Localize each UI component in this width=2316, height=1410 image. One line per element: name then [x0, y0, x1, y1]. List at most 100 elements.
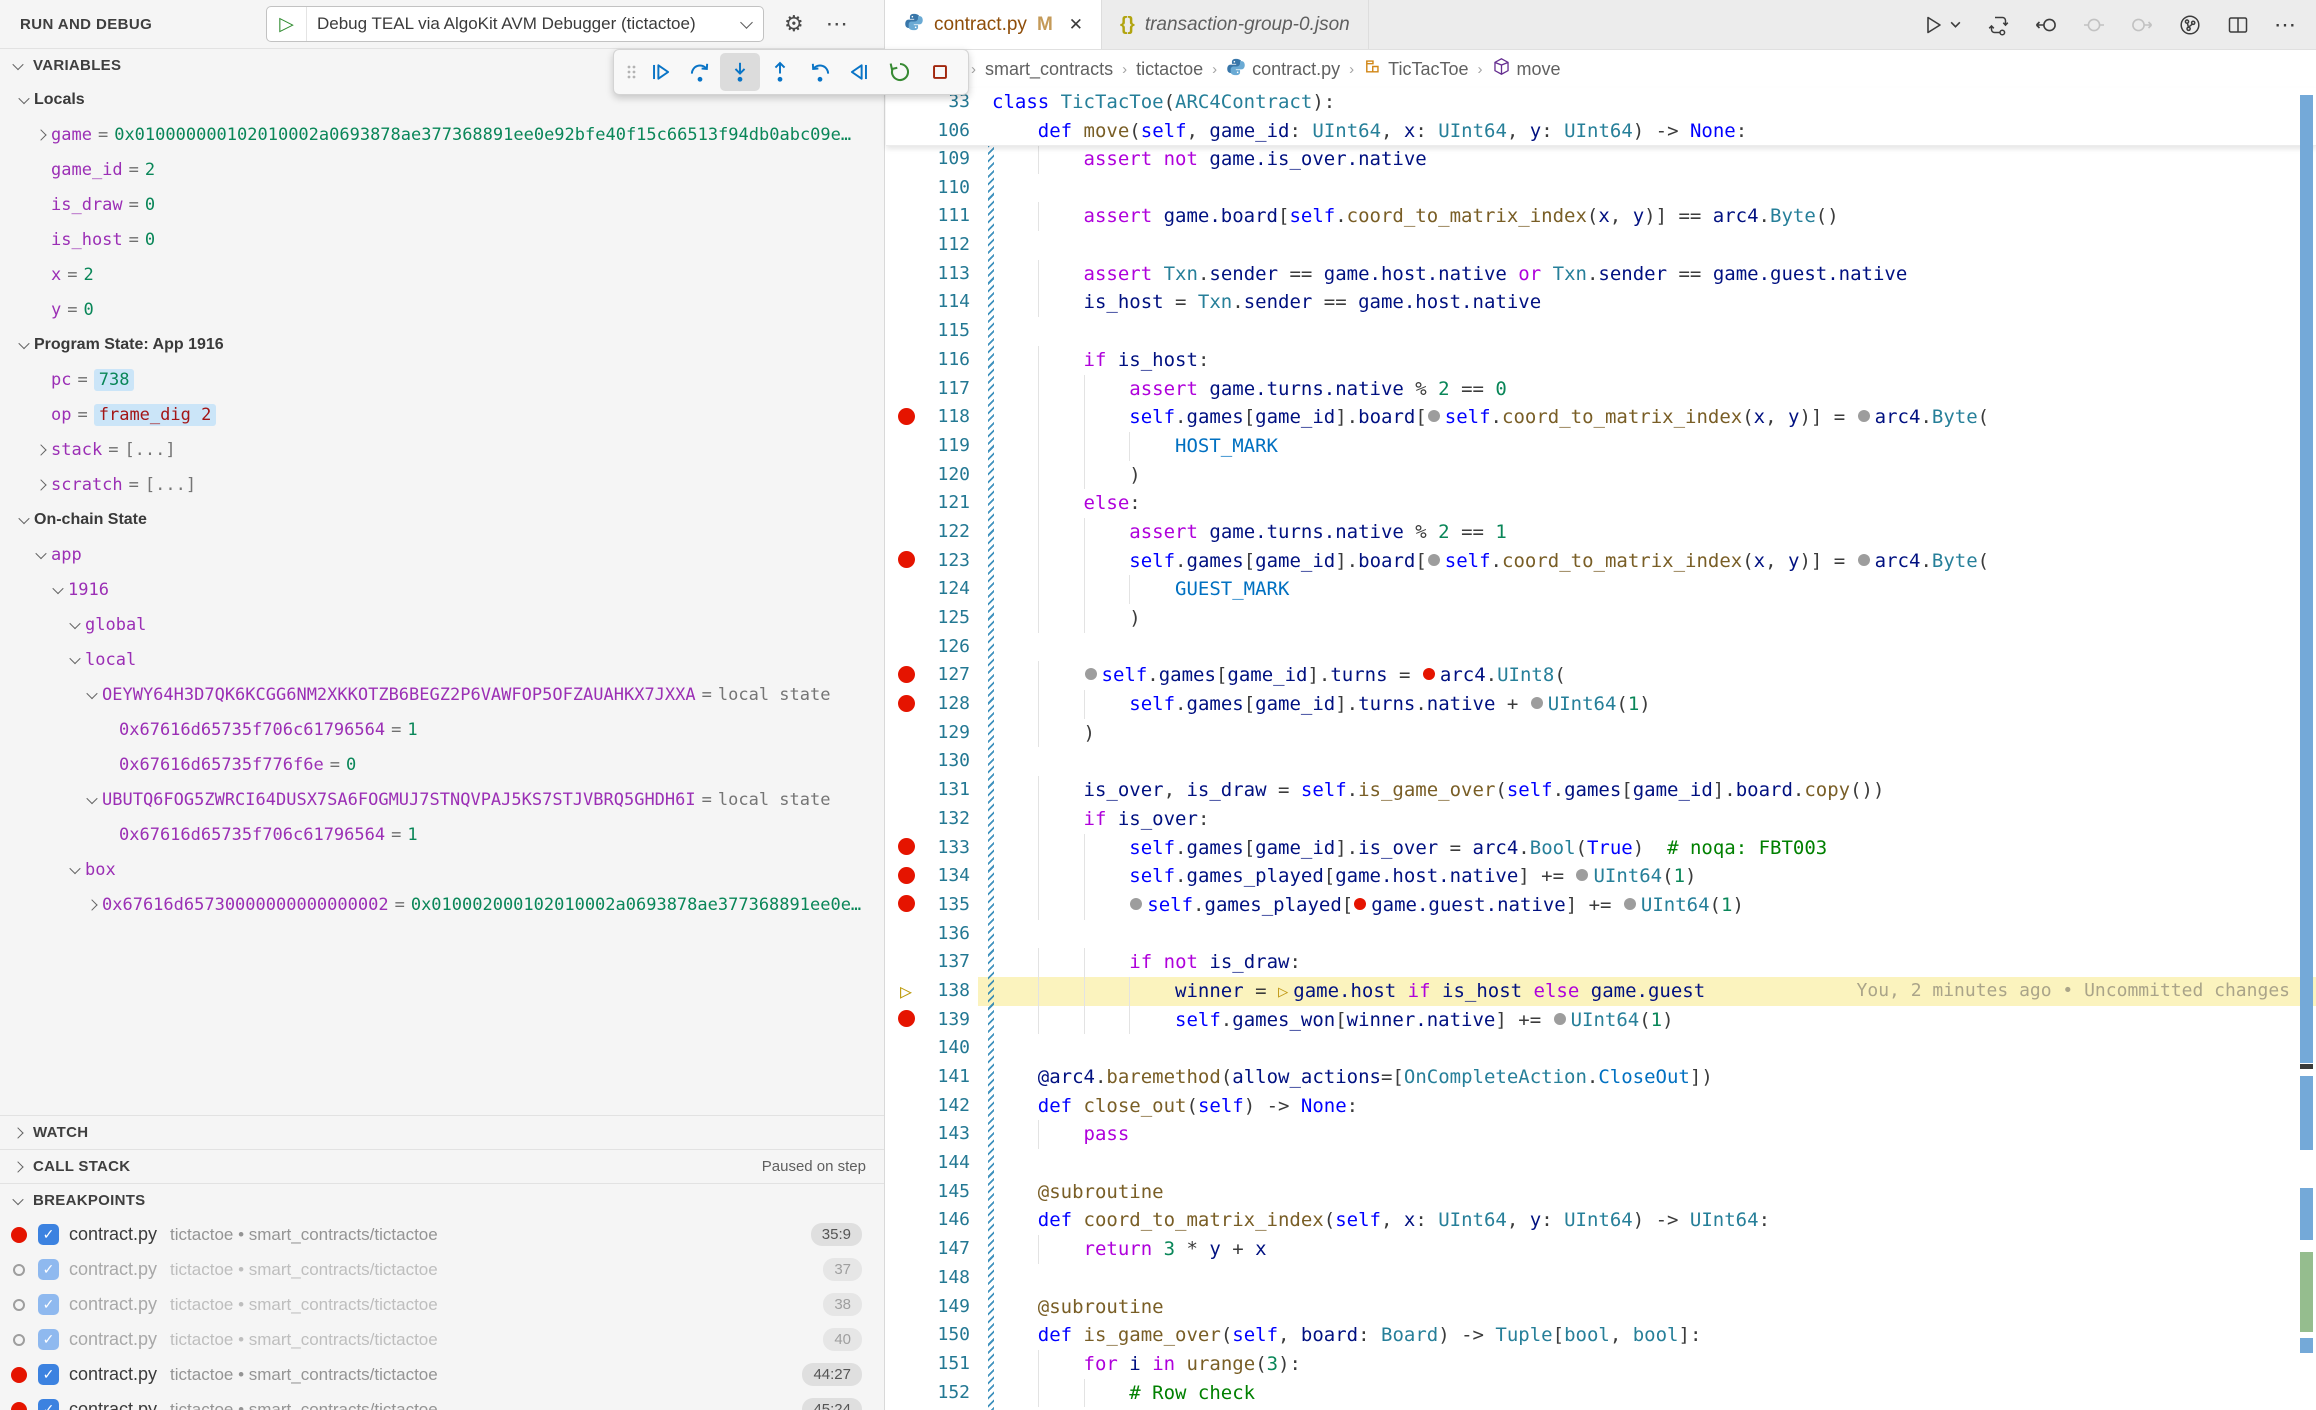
- code-line[interactable]: 139 self.games_won[winner.native] += UIn…: [886, 1006, 2316, 1035]
- variable-row[interactable]: box: [0, 852, 884, 887]
- code-line[interactable]: ▷138 winner = ▷game.host if is_host else…: [886, 977, 2316, 1006]
- variable-row[interactable]: 1916: [0, 572, 884, 607]
- breadcrumb[interactable]: oe›smart_contracts›tictactoe›contract.py…: [886, 50, 2316, 88]
- call-stack-section-header[interactable]: CALL STACK Paused on step: [0, 1149, 884, 1183]
- breakpoint-gutter-icon[interactable]: [886, 834, 926, 863]
- breakpoint-icon[interactable]: [13, 1264, 25, 1276]
- breakpoint-icon[interactable]: [11, 1402, 27, 1410]
- split-editor-icon[interactable]: [2226, 13, 2250, 37]
- code-line[interactable]: 132 if is_over:: [886, 805, 2316, 834]
- chevron-down-icon[interactable]: [69, 619, 81, 631]
- breakpoint-dot[interactable]: [898, 695, 915, 712]
- current-step-gutter-icon[interactable]: ▷: [886, 977, 926, 1006]
- breakpoint-gutter-icon[interactable]: [886, 661, 926, 690]
- variable-row[interactable]: stack=[...]: [0, 432, 884, 467]
- inline-breakpoint-active-icon[interactable]: [1423, 668, 1435, 680]
- code-line[interactable]: 114 is_host = Txn.sender == game.host.na…: [886, 288, 2316, 317]
- code-line[interactable]: 123 self.games[game_id].board[self.coord…: [886, 547, 2316, 576]
- breakpoint-icon[interactable]: [11, 1227, 27, 1243]
- tab-contract.py[interactable]: contract.pyM✕: [886, 0, 1102, 49]
- open-changes-icon[interactable]: [1986, 13, 2010, 37]
- breakpoint-gutter-icon[interactable]: [886, 862, 926, 891]
- inline-breakpoint-dot-icon[interactable]: [1554, 1013, 1566, 1025]
- variable-row[interactable]: pc=738: [0, 362, 884, 397]
- code-line[interactable]: 127 self.games[game_id].turns = arc4.UIn…: [886, 661, 2316, 690]
- chevron-right-icon[interactable]: [35, 129, 47, 141]
- inline-breakpoint-dot-icon[interactable]: [1858, 554, 1870, 566]
- code-line[interactable]: 116 if is_host:: [886, 346, 2316, 375]
- close-icon[interactable]: ✕: [1069, 15, 1083, 35]
- code-line[interactable]: 134 self.games_played[game.host.native] …: [886, 862, 2316, 891]
- chevron-right-icon[interactable]: [35, 479, 47, 491]
- variable-row[interactable]: 0x67616d65735f776f6e=0: [0, 747, 884, 782]
- inline-breakpoint-dot-icon[interactable]: [1576, 869, 1588, 881]
- breadcrumb-item-TicTacToe[interactable]: TicTacToe: [1363, 57, 1468, 81]
- code-line[interactable]: 117 assert game.turns.native % 2 == 0: [886, 375, 2316, 404]
- code-line[interactable]: 112: [886, 231, 2316, 260]
- breakpoint-dot[interactable]: [898, 895, 915, 912]
- code-line[interactable]: 140: [886, 1034, 2316, 1063]
- previous-change-icon[interactable]: [2034, 13, 2058, 37]
- variable-row[interactable]: game=0x010000000102010002a0693878ae37736…: [0, 117, 884, 152]
- code-line[interactable]: 113 assert Txn.sender == game.host.nativ…: [886, 260, 2316, 289]
- step-into-button[interactable]: [720, 53, 760, 91]
- breakpoints-section-header[interactable]: BREAKPOINTS: [0, 1183, 884, 1217]
- breadcrumb-item-smart_contracts[interactable]: smart_contracts: [985, 59, 1113, 80]
- breadcrumb-item-tictactoe[interactable]: tictactoe: [1136, 59, 1203, 80]
- change-indicator-icon[interactable]: [2082, 13, 2106, 37]
- variable-row[interactable]: is_draw=0: [0, 187, 884, 222]
- variable-row[interactable]: 0x67616d65735f706c61796564=1: [0, 817, 884, 852]
- gear-icon[interactable]: ⚙: [784, 11, 804, 37]
- variable-row[interactable]: x=2: [0, 257, 884, 292]
- variable-row[interactable]: global: [0, 607, 884, 642]
- breakpoint-row[interactable]: ✓contract.pytictactoe • smart_contracts/…: [0, 1392, 884, 1410]
- chevron-down-icon[interactable]: [86, 794, 98, 806]
- code-line[interactable]: 120 ): [886, 461, 2316, 490]
- code-area[interactable]: 109 assert not game.is_over.native110111…: [886, 145, 2316, 1410]
- code-line[interactable]: 121 else:: [886, 489, 2316, 518]
- code-line[interactable]: 124 GUEST_MARK: [886, 575, 2316, 604]
- code-line[interactable]: 148: [886, 1264, 2316, 1293]
- chevron-down-icon[interactable]: [52, 584, 64, 596]
- variable-row[interactable]: app: [0, 537, 884, 572]
- chevron-down-icon[interactable]: [18, 94, 30, 106]
- chevron-down-icon[interactable]: [18, 339, 30, 351]
- more-actions-icon[interactable]: ⋯: [2274, 12, 2296, 38]
- start-debug-icon[interactable]: ▷: [267, 7, 307, 41]
- breakpoint-row[interactable]: ✓contract.pytictactoe • smart_contracts/…: [0, 1322, 884, 1357]
- code-line[interactable]: 145 @subroutine: [886, 1178, 2316, 1207]
- code-line[interactable]: 147 return 3 * y + x: [886, 1235, 2316, 1264]
- next-change-icon[interactable]: [2130, 13, 2154, 37]
- stop-button[interactable]: [920, 53, 960, 91]
- more-actions-icon[interactable]: ⋯: [826, 11, 848, 37]
- code-line[interactable]: 149 @subroutine: [886, 1293, 2316, 1322]
- code-line[interactable]: 110: [886, 174, 2316, 203]
- breakpoint-dot[interactable]: [898, 666, 915, 683]
- chevron-right-icon[interactable]: [86, 899, 98, 911]
- breakpoint-dot[interactable]: [898, 867, 915, 884]
- watch-section-header[interactable]: WATCH: [0, 1115, 884, 1149]
- inline-breakpoint-dot-icon[interactable]: [1130, 898, 1142, 910]
- code-line[interactable]: 129 ): [886, 719, 2316, 748]
- debug-config-dropdown[interactable]: ▷ Debug TEAL via AlgoKit AVM Debugger (t…: [266, 6, 764, 42]
- chevron-down-icon[interactable]: [69, 864, 81, 876]
- breakpoint-checkbox[interactable]: ✓: [38, 1224, 59, 1245]
- code-line[interactable]: 144: [886, 1149, 2316, 1178]
- timeline-icon[interactable]: [2178, 13, 2202, 37]
- code-line[interactable]: 128 self.games[game_id].turns.native + U…: [886, 690, 2316, 719]
- variable-row[interactable]: OEYWY64H3D7QK6KCGG6NM2XKKOTZB6BEGZ2P6VAW…: [0, 677, 884, 712]
- variable-row[interactable]: op=frame_dig 2: [0, 397, 884, 432]
- chevron-right-icon[interactable]: [35, 444, 47, 456]
- breakpoint-checkbox[interactable]: ✓: [38, 1364, 59, 1385]
- inline-breakpoint-dot-icon[interactable]: [1858, 410, 1870, 422]
- breakpoint-checkbox[interactable]: ✓: [38, 1294, 59, 1315]
- variable-row[interactable]: UBUTQ6FOG5ZWRCI64DUSX7SA6FOGMUJ7STNQVPAJ…: [0, 782, 884, 817]
- variable-row[interactable]: 0x67616d65735f706c61796564=1: [0, 712, 884, 747]
- code-line[interactable]: 141 @arc4.baremethod(allow_actions=[OnCo…: [886, 1063, 2316, 1092]
- code-line[interactable]: 133 self.games[game_id].is_over = arc4.B…: [886, 834, 2316, 863]
- continue-button[interactable]: [640, 53, 680, 91]
- step-out-button[interactable]: [760, 53, 800, 91]
- breadcrumb-item-contract.py[interactable]: contract.py: [1226, 57, 1340, 82]
- code-line[interactable]: 125 ): [886, 604, 2316, 633]
- breakpoint-row[interactable]: ✓contract.pytictactoe • smart_contracts/…: [0, 1217, 884, 1252]
